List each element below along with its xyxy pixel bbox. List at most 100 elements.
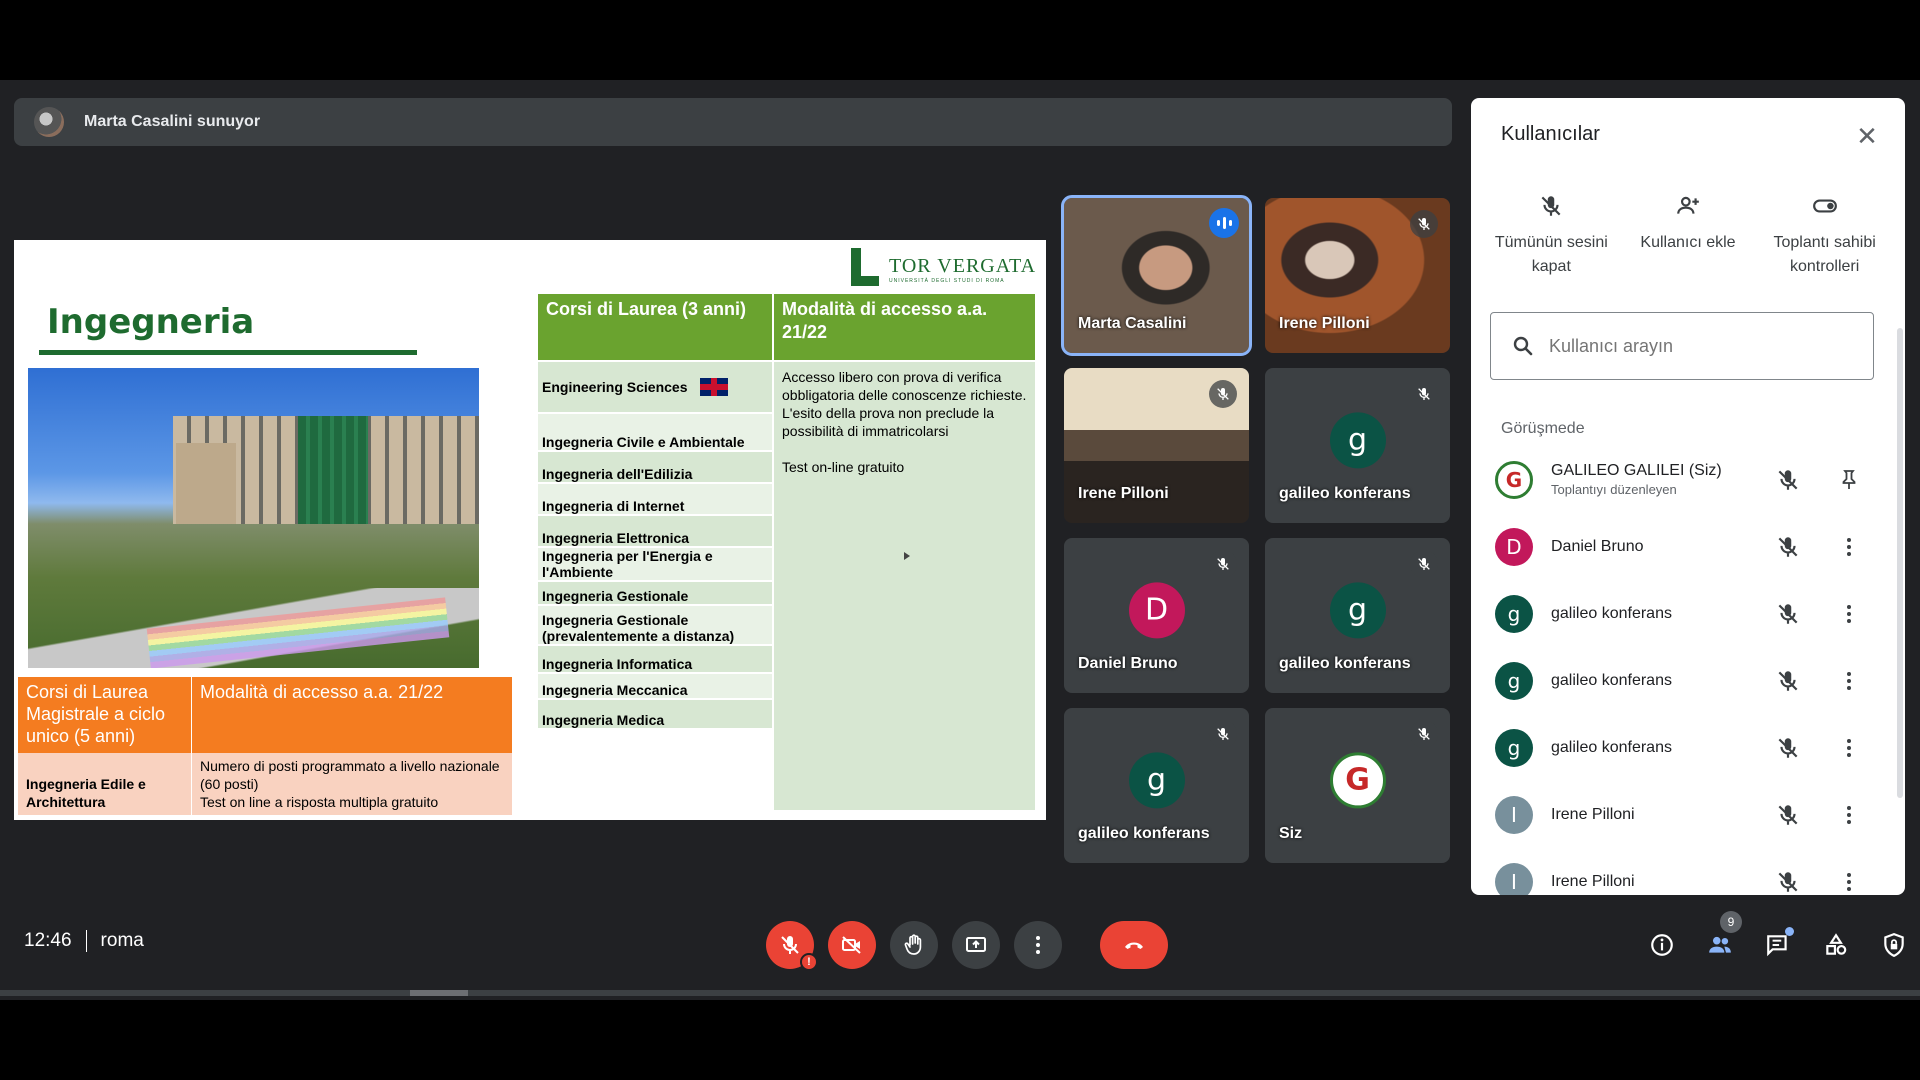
tile-name: Daniel Bruno [1078, 655, 1178, 672]
panel-action-label: Toplantı sahibi kontrolleri [1773, 234, 1876, 275]
meet-window: Marta Casalini sunuyor Ingegneria TOR VE… [0, 80, 1920, 1000]
tile-name: Irene Pilloni [1279, 315, 1370, 332]
more-vert-icon[interactable] [1837, 602, 1861, 626]
more-vert-icon[interactable] [1837, 535, 1861, 559]
chat-button[interactable] [1758, 925, 1798, 965]
participant-row[interactable]: D Daniel Bruno [1471, 513, 1905, 580]
panel-action-button[interactable]: Kullanıcı ekle [1623, 193, 1753, 279]
host-controls-button[interactable] [1874, 925, 1914, 965]
course-name: Ingegneria Meccanica [542, 682, 688, 698]
participant-avatar: G [1495, 460, 1533, 499]
meeting-details-button[interactable] [1642, 925, 1682, 965]
mic-off-icon[interactable] [1775, 668, 1801, 694]
warning-icon: ! [800, 953, 818, 971]
course-name: Ingegneria Civile e Ambientale [542, 434, 745, 450]
mic-off-icon[interactable] [1775, 534, 1801, 560]
participant-tile[interactable]: Irene Pilloni [1265, 198, 1450, 353]
panel-action-button[interactable]: Toplantı sahibi kontrolleri [1760, 193, 1890, 279]
mic-off-icon[interactable] [1775, 869, 1801, 895]
panel-action-label: Kullanıcı ekle [1640, 234, 1736, 251]
participant-tile[interactable]: g galileo konferans [1265, 368, 1450, 523]
left-table-header-col2: Modalità di accesso a.a. 21/22 [200, 682, 444, 702]
left-table-row-col2: Numero di posti programmato a livello na… [200, 758, 500, 810]
access-text-1: Accesso libero con prova di verifica obb… [782, 369, 1027, 439]
hand-icon [904, 934, 922, 955]
participant-row[interactable]: g galileo konferans [1471, 647, 1905, 714]
more-vert-icon[interactable] [1837, 803, 1861, 827]
participant-avatar: g [1495, 661, 1533, 700]
pin-icon[interactable] [1837, 468, 1861, 492]
left-table-header: Corsi di Laurea Magistrale a ciclo unico… [18, 677, 512, 753]
bottom-strip [0, 990, 1920, 996]
user-search[interactable] [1490, 312, 1874, 380]
mouse-cursor-icon [904, 552, 910, 560]
present-screen-button[interactable] [952, 921, 1000, 969]
more-vert-icon[interactable] [1837, 669, 1861, 693]
participant-tile[interactable]: D Daniel Bruno [1064, 538, 1249, 693]
mic-toggle-button[interactable]: ! [766, 921, 818, 971]
participant-count-badge: 9 [1720, 911, 1742, 933]
participant-row[interactable]: g galileo konferans [1471, 714, 1905, 781]
participant-row[interactable]: I Irene Pilloni [1471, 848, 1905, 895]
participant-tile[interactable]: g galileo konferans [1064, 708, 1249, 863]
participant-avatar: I [1495, 795, 1533, 834]
course-item: Ingegneria Meccanica [538, 672, 772, 698]
left-table-header-col1: Corsi di Laurea Magistrale a ciclo unico… [18, 677, 192, 753]
chat-notification-dot [1785, 927, 1794, 936]
more-vert-icon[interactable] [1837, 736, 1861, 760]
slide-title-underline [39, 350, 417, 355]
people-icon [1709, 936, 1731, 953]
logo-name: TOR VERGATA [889, 254, 1037, 277]
course-name: Ingegneria dell'Edilizia [542, 466, 693, 482]
search-input[interactable] [1549, 335, 1849, 357]
activities-button[interactable] [1816, 925, 1856, 965]
tile-name: Siz [1279, 825, 1303, 842]
leave-call-button[interactable] [1100, 921, 1168, 969]
mic-off-icon [1209, 720, 1237, 748]
tile-name: galileo konferans [1279, 485, 1411, 502]
panel-scrollbar[interactable] [1897, 328, 1903, 798]
course-item: Ingegneria Medica [538, 698, 772, 728]
participant-row[interactable]: g galileo konferans [1471, 580, 1905, 647]
raise-hand-button[interactable] [890, 921, 938, 969]
logo-subtitle: UNIVERSITÀ DEGLI STUDI DI ROMA [889, 277, 1005, 284]
participant-row[interactable]: G GALILEO GALILEI (Siz) Toplantıyı düzenle… [1471, 446, 1905, 513]
camera-toggle-button[interactable] [828, 921, 876, 969]
close-icon[interactable]: ✕ [1849, 118, 1885, 154]
galileo-logo-icon: G [1329, 751, 1386, 808]
presenter-bar: Marta Casalini sunuyor [14, 98, 1452, 146]
participant-tile[interactable]: Irene Pilloni [1064, 368, 1249, 523]
side-controls: 9 [1624, 911, 1914, 965]
more-vert-icon [1036, 936, 1040, 954]
participant-tile[interactable]: G Siz [1265, 708, 1450, 863]
people-button[interactable]: 9 [1700, 911, 1742, 965]
right-table-header-col1: Corsi di Laurea (3 anni) [538, 294, 774, 360]
camera-off-icon [842, 936, 861, 954]
tile-avatar: g [1329, 581, 1386, 638]
course-name: Ingegneria Gestionale [542, 588, 689, 604]
mic-off-icon[interactable] [1775, 467, 1801, 493]
more-options-button[interactable] [1014, 921, 1062, 969]
participant-tile[interactable]: Marta Casalini [1061, 195, 1252, 356]
more-vert-icon[interactable] [1837, 870, 1861, 894]
meeting-info: 12:46 roma [24, 930, 144, 952]
chat-icon [1767, 935, 1787, 957]
clock-time: 12:46 [24, 930, 72, 951]
logo-mark-icon [847, 248, 881, 290]
participant-tile[interactable]: g galileo konferans [1265, 538, 1450, 693]
mic-off-icon[interactable] [1775, 601, 1801, 627]
call-controls: ! [766, 921, 1182, 971]
presenter-avatar [34, 107, 64, 137]
course-list: Engineering Sciences Ingegneria Civile e … [538, 360, 774, 810]
participant-avatar: I [1495, 862, 1533, 895]
speaking-indicator-icon [1209, 208, 1239, 238]
panel-action-button[interactable]: Tümünün sesini kapat [1486, 193, 1616, 279]
mic-off-icon[interactable] [1775, 802, 1801, 828]
course-item: Engineering Sciences [538, 360, 772, 412]
mic-off-icon[interactable] [1775, 735, 1801, 761]
mic-off-icon [1410, 380, 1438, 408]
people-panel: Kullanıcılar ✕ Tümünün sesini kapat Kulla… [1471, 98, 1905, 895]
participant-row[interactable]: I Irene Pilloni [1471, 781, 1905, 848]
panel-actions: Tümünün sesini kapat Kullanıcı ekle Toplan… [1471, 193, 1905, 279]
participant-name: Daniel Bruno [1551, 537, 1644, 555]
